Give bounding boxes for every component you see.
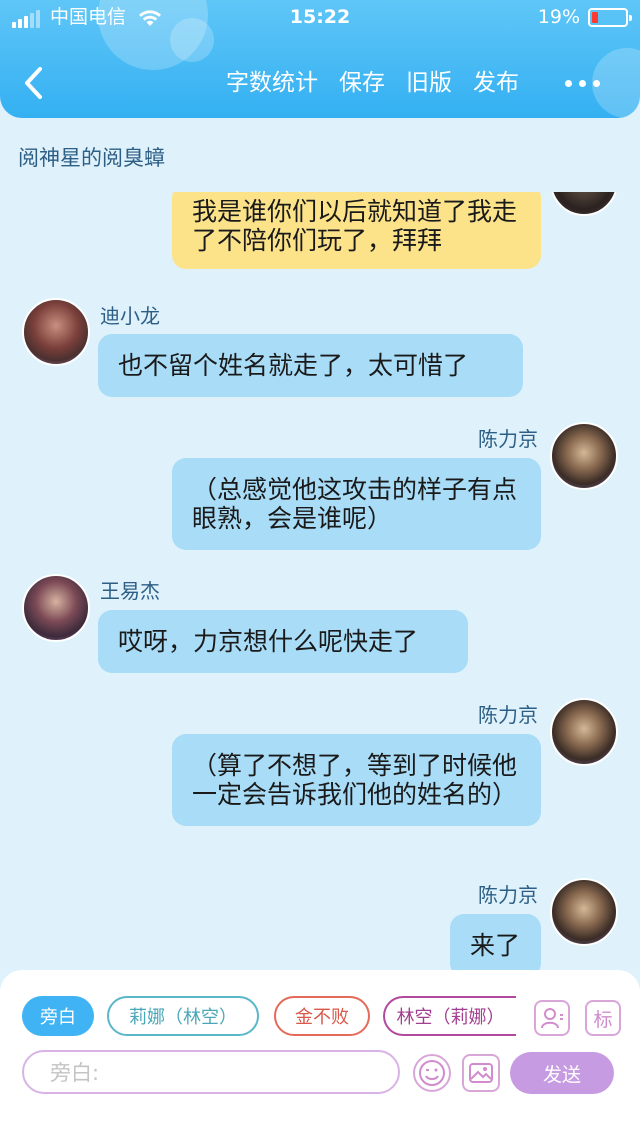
image-icon[interactable] xyxy=(462,1054,500,1092)
more-menu-icon[interactable] xyxy=(565,80,600,87)
role-chip-lina[interactable]: 莉娜（林空） xyxy=(107,996,259,1036)
status-bar: 中国电信 15:22 19% xyxy=(0,0,640,36)
publish-button[interactable]: 发布 xyxy=(473,68,519,98)
message-input[interactable]: 旁白: xyxy=(22,1050,400,1094)
emoji-icon[interactable] xyxy=(413,1054,451,1092)
character-manage-icon[interactable] xyxy=(534,1000,570,1036)
mark-icon[interactable]: 标 xyxy=(585,1000,621,1036)
message-bubble[interactable]: （算了不想了，等到了时候他一定会告诉我们他的姓名的） xyxy=(172,734,541,826)
avatar[interactable] xyxy=(550,192,618,216)
sender-name: 迪小龙 xyxy=(100,304,160,328)
send-button[interactable]: 发送 xyxy=(510,1052,614,1094)
sender-name: 陈力京 xyxy=(478,703,538,727)
message-bubble[interactable]: 来了 xyxy=(450,914,541,970)
header-bar: 中国电信 15:22 19% 字数统计 保存 旧版 发布 xyxy=(0,0,640,118)
chat-list: 我是谁你们以后就知道了我走了不陪你们玩了，拜拜 迪小龙 也不留个姓名就走了，太可… xyxy=(0,192,640,970)
role-chip-jinbubai[interactable]: 金不败 xyxy=(274,996,370,1036)
save-button[interactable]: 保存 xyxy=(339,68,385,98)
avatar[interactable] xyxy=(550,422,618,490)
sender-name: 王易杰 xyxy=(100,579,160,603)
sender-name: 陈力京 xyxy=(478,427,538,451)
avatar[interactable] xyxy=(22,574,90,642)
message-bubble[interactable]: 也不留个姓名就走了，太可惜了 xyxy=(98,334,523,397)
battery-percent: 19% xyxy=(537,6,580,28)
avatar[interactable] xyxy=(22,298,90,366)
sender-name: 陈力京 xyxy=(478,883,538,907)
top-nav: 字数统计 保存 旧版 发布 xyxy=(0,56,640,112)
composer-panel: 旁白 莉娜（林空） 金不败 林空（莉娜） 标 旁白: 发送 xyxy=(0,970,640,1139)
battery-icon xyxy=(588,7,632,27)
avatar[interactable] xyxy=(550,698,618,766)
old-version-button[interactable]: 旧版 xyxy=(406,68,452,98)
word-count-button[interactable]: 字数统计 xyxy=(226,68,318,98)
message-bubble[interactable]: （总感觉他这攻击的样子有点眼熟，会是谁呢） xyxy=(172,458,541,550)
story-title: 阅神星的阅臭蟑 xyxy=(18,146,165,170)
role-chip-narration[interactable]: 旁白 xyxy=(22,996,94,1036)
message-bubble[interactable]: 哎呀，力京想什么呢快走了 xyxy=(98,610,468,673)
avatar[interactable] xyxy=(550,878,618,946)
role-chip-linkong[interactable]: 林空（莉娜） xyxy=(383,996,516,1036)
message-bubble[interactable]: 我是谁你们以后就知道了我走了不陪你们玩了，拜拜 xyxy=(172,192,541,269)
back-arrow-icon[interactable] xyxy=(20,64,50,102)
